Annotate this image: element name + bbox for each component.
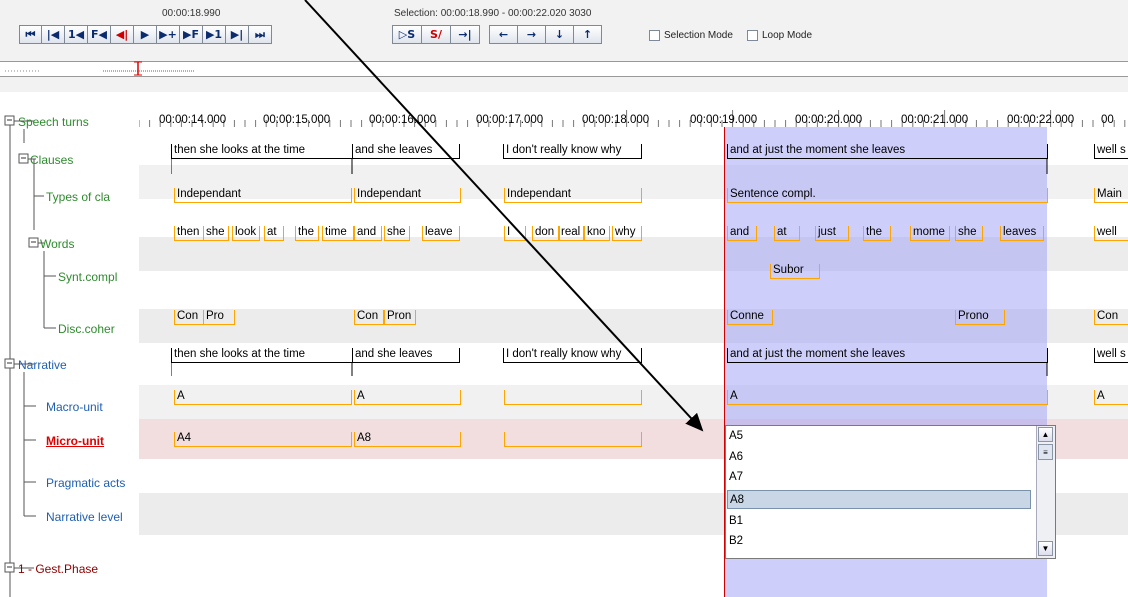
pointer-arrow-overlay	[304, 0, 704, 432]
pointer-arrow	[304, 0, 704, 432]
